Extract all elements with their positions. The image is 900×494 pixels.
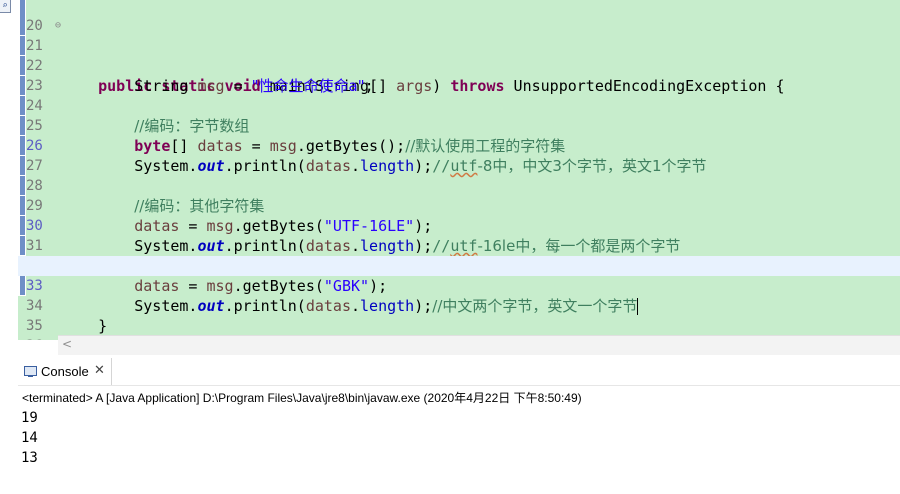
code-lines: 20 21 ⊖ public static void main(String[]… [18, 0, 900, 340]
code-line[interactable]: 30 System.out.println(datas.length);//ut… [18, 196, 900, 255]
code-line[interactable]: 31 [18, 216, 900, 254]
code-editor[interactable]: 20 21 ⊖ public static void main(String[]… [18, 0, 900, 340]
console-icon [24, 366, 37, 377]
code-line[interactable]: 21 ⊖ public static void main(String[] ar… [18, 16, 900, 95]
code-line[interactable]: 36 [18, 316, 900, 340]
left-edge-strip: ⌕ [0, 0, 18, 494]
output-line: 19 [21, 410, 38, 426]
fold-collapse-icon[interactable]: ⊖ [55, 16, 61, 36]
tab-label: Console [41, 364, 89, 379]
code-line[interactable]: 27 [18, 136, 900, 174]
quick-access-icon[interactable]: ⌕ [0, 0, 11, 13]
launch-status: <terminated> A [Java Application] D:\Pro… [22, 391, 582, 405]
code-line[interactable]: 24 //编码：字节数组 [18, 76, 900, 135]
console-tab-bar: Console ✕ [18, 358, 900, 386]
code-line[interactable]: 23 [18, 56, 900, 94]
output-line: 14 [21, 430, 38, 446]
horizontal-scrollbar[interactable]: < [58, 335, 900, 355]
scroll-left-icon[interactable]: < [62, 337, 72, 351]
close-icon[interactable]: ✕ [94, 363, 105, 378]
code-line[interactable]: 35 } [18, 296, 900, 340]
output-line: 13 [21, 450, 38, 466]
code-line[interactable]: 25 byte[] datas = msg.getBytes();//默认使用工… [18, 96, 900, 155]
code-line[interactable]: 28 //编码：其他字符集 [18, 156, 900, 215]
tab-console[interactable]: Console ✕ [18, 358, 112, 385]
current-code-line[interactable]: 33 System.out.println(datas.length);//中文… [18, 256, 900, 315]
code-line[interactable]: 22 String msg = "性命生命使命a"; [18, 36, 900, 95]
line-number: 36 [26, 336, 52, 340]
console-output[interactable]: 19 14 13 [21, 408, 38, 468]
code-line[interactable]: 20 [18, 0, 900, 34]
code-line[interactable]: 32 datas = msg.getBytes("GBK"); [18, 236, 900, 295]
code-line[interactable]: 26 System.out.println(datas.length);//ut… [18, 116, 900, 175]
console-view: Console ✕ <terminated> A [Java Applicati… [18, 358, 900, 494]
code-line[interactable]: 29 datas = msg.getBytes("UTF-16LE"); [18, 176, 900, 235]
code-line[interactable]: 34 } [18, 276, 900, 335]
